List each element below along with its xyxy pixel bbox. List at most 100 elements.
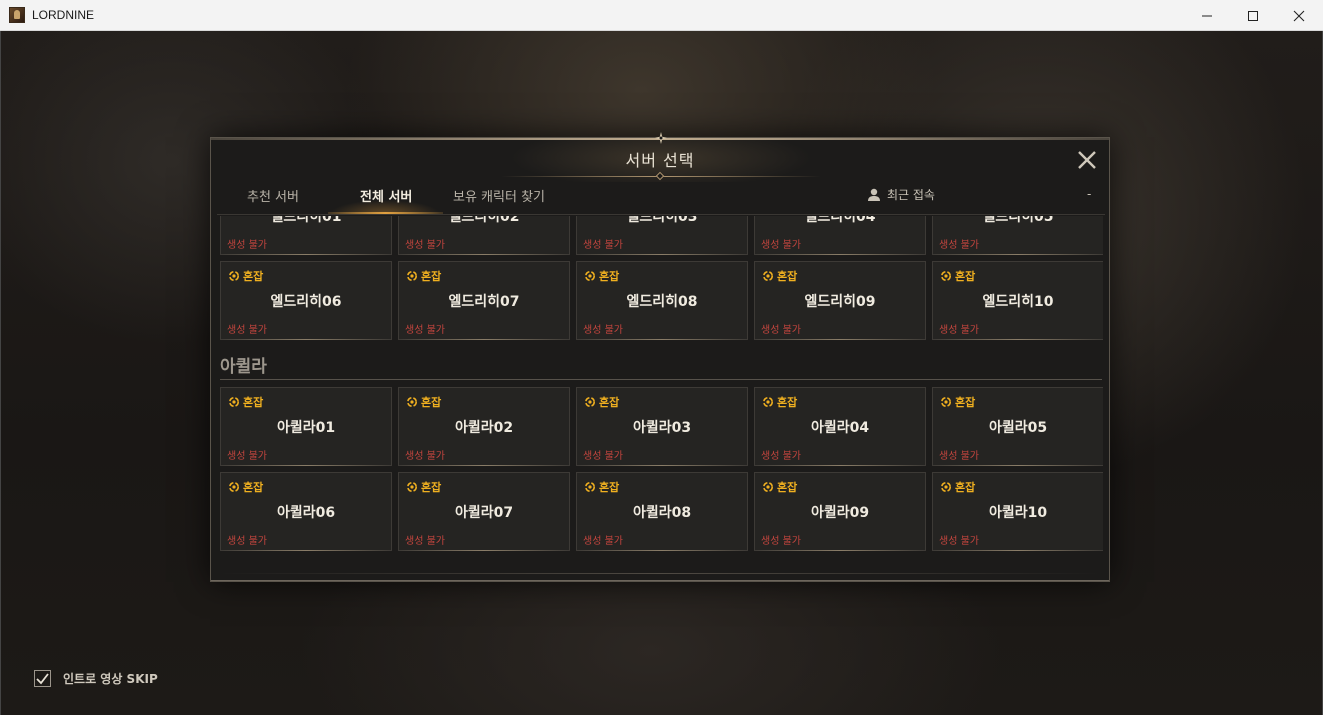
close-icon: [1293, 10, 1305, 21]
character-creation-status: 생성 불가: [939, 325, 979, 336]
server-card[interactable]: 혼잡아퀼라10 생성 불가: [932, 472, 1103, 551]
server-name: 아퀼라05: [988, 420, 1048, 436]
server-status: 혼잡: [406, 479, 441, 495]
server-card[interactable]: 엘드리히03 생성 불가: [576, 216, 748, 255]
server-card[interactable]: 혼잡 엘드리히08 생성 불가: [576, 261, 748, 340]
character-creation-status: 생성 불가: [583, 536, 623, 547]
character-creation-status: 생성 불가: [405, 536, 445, 547]
server-card[interactable]: 혼잡엘드리히07 생성 불가: [398, 261, 570, 340]
server-card[interactable]: 엘드리히04 생성 불가: [754, 216, 926, 255]
server-status: 혼잡: [940, 479, 975, 495]
server-name: 아퀼라08: [632, 505, 692, 521]
server-status: 혼잡: [228, 394, 263, 410]
user-icon: [868, 188, 880, 201]
server-name: 아퀼라01: [276, 420, 336, 436]
maximize-button[interactable]: [1230, 0, 1276, 31]
busy-status-icon: [763, 271, 773, 281]
server-status: 혼잡: [406, 268, 441, 284]
server-status-label: 혼잡: [777, 396, 798, 409]
server-name: 아퀼라10: [988, 505, 1048, 521]
active-tab-glow: [328, 194, 443, 214]
dialog-close-button[interactable]: [1077, 150, 1097, 170]
server-status-label: 혼잡: [599, 396, 620, 409]
server-card[interactable]: 혼잡아퀼라05 생성 불가: [932, 387, 1103, 466]
tabs-divider: [217, 214, 1105, 215]
character-creation-status: 생성 불가: [405, 325, 445, 336]
server-card[interactable]: 혼잡엘드리히09 생성 불가: [754, 261, 926, 340]
server-card[interactable]: 혼잡엘드리히06 생성 불가: [220, 261, 392, 340]
character-creation-status: 생성 불가: [939, 451, 979, 462]
server-card[interactable]: 혼잡 아퀼라09 생성 불가: [754, 472, 926, 551]
server-status: 혼잡: [406, 394, 441, 410]
checkmark-icon: [36, 673, 49, 685]
server-status: 혼잡: [228, 479, 263, 495]
modal-bottom-border: [211, 580, 1109, 581]
recent-connection-value: -: [1087, 187, 1092, 201]
busy-status-icon: [407, 482, 417, 492]
server-status-label: 혼잡: [955, 396, 976, 409]
ornament-star-icon: [655, 132, 667, 144]
server-name: 아퀼라06: [276, 505, 336, 521]
server-group-title: 아퀼라: [220, 357, 267, 377]
server-status: 혼잡: [584, 394, 619, 410]
server-name: 엘드리히05: [982, 216, 1054, 225]
server-status: 혼잡: [762, 268, 797, 284]
window-close-button[interactable]: [1276, 0, 1322, 31]
character-creation-status: 생성 불가: [227, 536, 267, 547]
server-name: 엘드리히02: [448, 216, 520, 225]
server-card[interactable]: 혼잡아퀼라06 생성 불가: [220, 472, 392, 551]
server-name: 엘드리히06: [270, 294, 342, 310]
dialog-title: 서버 선택: [625, 151, 695, 170]
server-name: 엘드리히04: [804, 216, 876, 225]
server-card[interactable]: 혼잡엘드리히10 생성 불가: [932, 261, 1103, 340]
character-creation-status: 생성 불가: [405, 451, 445, 462]
server-name: 엘드리히10: [982, 294, 1054, 310]
character-creation-status: 생성 불가: [227, 240, 267, 251]
tab-recommended-servers[interactable]: 추천 서버: [247, 186, 299, 212]
tab-find-owned-characters[interactable]: 보유 캐릭터 찾기: [453, 186, 545, 212]
server-status-label: 혼잡: [421, 481, 442, 494]
minimize-button[interactable]: [1184, 0, 1230, 31]
server-card[interactable]: 혼잡아퀼라02 생성 불가: [398, 387, 570, 466]
busy-status-icon: [763, 397, 773, 407]
server-name: 엘드리히07: [448, 294, 520, 310]
server-card[interactable]: 엘드리히01 생성 불가: [220, 216, 392, 255]
server-status-label: 혼잡: [777, 270, 798, 283]
server-name: 엘드리히09: [804, 294, 876, 310]
character-creation-status: 생성 불가: [583, 451, 623, 462]
character-creation-status: 생성 불가: [939, 536, 979, 547]
server-card[interactable]: 혼잡 아퀼라01 생성 불가: [220, 387, 392, 466]
intro-skip-toggle[interactable]: 인트로 영상 SKIP: [34, 670, 158, 687]
recent-connection: 최근 접속: [867, 186, 935, 203]
server-name: 엘드리히01: [270, 216, 342, 225]
character-creation-status: 생성 불가: [761, 536, 801, 547]
server-status-label: 혼잡: [777, 481, 798, 494]
server-status-label: 혼잡: [243, 481, 264, 494]
character-creation-status: 생성 불가: [761, 325, 801, 336]
server-status: 혼잡: [762, 394, 797, 410]
server-card[interactable]: 혼잡아퀼라04 생성 불가: [754, 387, 926, 466]
busy-status-icon: [229, 397, 239, 407]
server-status-label: 혼잡: [421, 396, 442, 409]
server-name: 아퀼라07: [454, 505, 514, 521]
server-status-label: 혼잡: [243, 270, 264, 283]
server-card[interactable]: 혼잡 아퀼라08 생성 불가: [576, 472, 748, 551]
server-status-label: 혼잡: [955, 270, 976, 283]
server-status: 혼잡: [940, 394, 975, 410]
server-name: 아퀼라04: [810, 420, 870, 436]
busy-status-icon: [763, 482, 773, 492]
character-creation-status: 생성 불가: [227, 325, 267, 336]
server-card[interactable]: 엘드리히05 생성 불가: [932, 216, 1103, 255]
busy-status-icon: [941, 271, 951, 281]
server-card[interactable]: 혼잡아퀼라03 생성 불가: [576, 387, 748, 466]
server-status-label: 혼잡: [421, 270, 442, 283]
server-name: 아퀼라02: [454, 420, 514, 436]
server-name: 아퀼라03: [632, 420, 692, 436]
skip-checkbox[interactable]: [34, 670, 51, 687]
server-card[interactable]: 엘드리히02 생성 불가: [398, 216, 570, 255]
server-card[interactable]: 혼잡아퀼라07 생성 불가: [398, 472, 570, 551]
server-list[interactable]: 엘드리히01 생성 불가 엘드리히02 생성 불가 엘드리히03 생성 불가 엘드리히04 생…: [219, 216, 1103, 570]
busy-status-icon: [941, 482, 951, 492]
character-creation-status: 생성 불가: [939, 240, 979, 251]
character-creation-status: 생성 불가: [761, 451, 801, 462]
